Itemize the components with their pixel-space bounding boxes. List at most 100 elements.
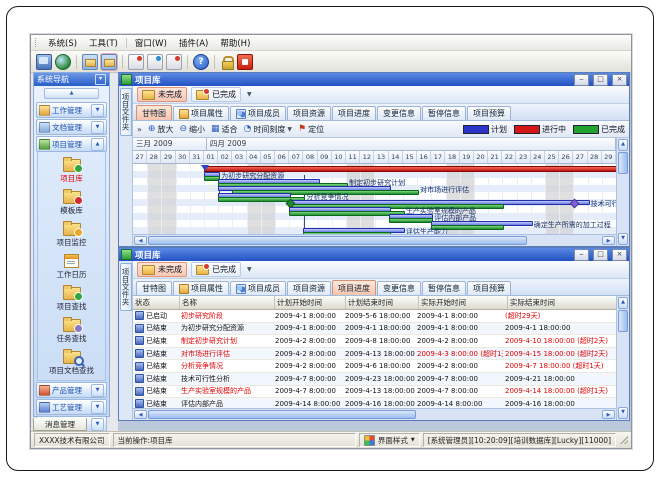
tab-project-folder[interactable]: 项目文件夹 — [120, 88, 132, 136]
locate-button[interactable]: ⚑定位 — [298, 124, 324, 135]
table-row[interactable]: 已结束评估内部产品2009-4-14 8:00:002009-4-16 18:0… — [133, 398, 616, 408]
sidebar-item-folder-people[interactable]: 任务查找 — [57, 315, 87, 344]
sidebar-group-header[interactable]: 工作管理▼ — [36, 102, 107, 118]
tab-2[interactable]: 项目成员 — [230, 281, 286, 295]
menu-item-4[interactable]: 帮助(H) — [214, 36, 256, 50]
tab-2[interactable]: 项目成员 — [230, 106, 286, 120]
scrollbar-thumb[interactable] — [148, 236, 527, 245]
sidebar-item-folder-star[interactable]: 项目监控 — [57, 219, 87, 248]
filter-overflow-icon[interactable]: ▼ — [247, 266, 252, 273]
zoom-out-button[interactable]: ⊖缩小 — [179, 124, 205, 135]
sidebar-splitter[interactable] — [110, 72, 118, 431]
tab-1[interactable]: 项目属性 — [173, 281, 229, 295]
sidebar-group-header[interactable]: 文档管理▼ — [36, 119, 107, 135]
exit-icon[interactable] — [237, 54, 253, 70]
close-button[interactable] — [612, 74, 627, 86]
tab-7[interactable]: 项目预算 — [467, 281, 511, 295]
menu-item-3[interactable]: 插件(A) — [173, 36, 214, 50]
chevron-icon[interactable]: ▼ — [91, 384, 104, 397]
mail-send-icon[interactable] — [128, 54, 144, 70]
chevron-icon[interactable]: ▼ — [91, 121, 104, 134]
column-header-0[interactable]: 状态 — [133, 296, 180, 309]
sidebar-group-header[interactable]: 工艺管理▼ — [36, 399, 107, 415]
folder-open-icon[interactable] — [82, 54, 98, 70]
tab-7[interactable]: 项目预算 — [467, 106, 511, 120]
help-icon[interactable]: ? — [193, 54, 209, 70]
interface-style-button[interactable]: 界面样式 ▼ — [359, 433, 420, 447]
filter-button-finished[interactable]: 已完成 — [191, 87, 241, 102]
filter-button-finished[interactable]: 已完成 — [191, 262, 241, 277]
table-row[interactable]: 已结束技术可行性分析2009-4-7 8:00:002009-4-23 18:0… — [133, 373, 616, 386]
timescale-button[interactable]: ◔时间刻度▼ — [244, 124, 292, 135]
tab-project-folder[interactable]: 项目文件夹 — [120, 263, 132, 311]
toolbar-overflow-icon[interactable]: » — [137, 125, 142, 134]
chevron-icon[interactable]: ▼ — [91, 401, 104, 414]
table-vertical-scrollbar[interactable]: ▲ ▼ — [616, 296, 629, 420]
scroll-down-arrow[interactable]: ▼ — [618, 233, 628, 245]
scrollbar-thumb[interactable] — [618, 310, 628, 332]
table-row[interactable]: 已结束生产实验室规模的产品2009-4-7 8:00:002009-4-13 1… — [133, 386, 616, 399]
menu-item-0[interactable]: 系统(S) — [42, 36, 83, 50]
tab-3[interactable]: 项目资源 — [287, 281, 331, 295]
column-header-5[interactable]: 实际结束时间 — [508, 296, 616, 309]
scroll-up-arrow[interactable]: ▲ — [618, 297, 628, 309]
lock-icon[interactable] — [220, 55, 234, 69]
gantt-horizontal-scrollbar[interactable]: ◀ ▶ — [133, 234, 616, 246]
sidebar-scroll-up-button[interactable]: ▲ — [44, 88, 99, 99]
tab-5[interactable]: 变更信息 — [377, 281, 421, 295]
column-header-3[interactable]: 计划结束时间 — [346, 296, 419, 309]
maximize-button[interactable] — [593, 74, 608, 86]
tab-3[interactable]: 项目资源 — [287, 106, 331, 120]
tab-0[interactable]: 甘特图 — [136, 105, 172, 120]
table-horizontal-scrollbar[interactable]: ◀ ▶ — [133, 408, 616, 420]
minimize-button[interactable] — [574, 249, 589, 261]
scrollbar-thumb[interactable] — [148, 410, 416, 419]
mail-receive-icon[interactable] — [147, 54, 163, 70]
table-row[interactable]: 已启动初步研究阶段2009-4-1 8:00:002009-5-6 18:00:… — [133, 310, 616, 323]
minimize-button[interactable] — [574, 74, 589, 86]
sidebar-item-calendar[interactable]: 工作日历 — [57, 251, 87, 280]
column-header-1[interactable]: 名称 — [180, 296, 275, 309]
menu-item-1[interactable]: 工具(T) — [83, 36, 124, 50]
gantt-vertical-scrollbar[interactable]: ▲ ▼ — [616, 138, 629, 246]
zoom-in-button[interactable]: ⊕放大 — [148, 124, 174, 135]
column-header-4[interactable]: 实际开始时间 — [419, 296, 508, 309]
chevron-icon[interactable]: ▲ — [91, 138, 104, 151]
globe-icon[interactable] — [55, 54, 71, 70]
scrollbar-thumb[interactable] — [618, 152, 628, 174]
tab-6[interactable]: 暂停信息 — [422, 281, 466, 295]
gantt-bar-completed[interactable] — [303, 232, 390, 234]
chevron-icon[interactable]: ▼ — [91, 104, 104, 117]
filter-button-unfinished[interactable]: 未完成 — [137, 87, 187, 102]
scroll-left-arrow[interactable]: ◀ — [134, 236, 147, 245]
sidebar-item-folder-green[interactable]: 项目库 — [60, 155, 83, 184]
gantt-bar-completed[interactable] — [289, 211, 405, 216]
tab-message-management[interactable]: 消息管理 — [33, 418, 87, 431]
gantt-chart-body[interactable]: 为初步研究分配资源制定初步研究计划对市场进行评估分析竞争情况技术可行性分析生产实… — [133, 164, 616, 234]
pin-icon[interactable]: ▾ — [95, 74, 106, 85]
sidebar-item-folder-find[interactable]: 项目查找 — [57, 283, 87, 312]
sidebar-item-folder-red[interactable]: 模板库 — [60, 187, 83, 216]
scroll-up-arrow[interactable]: ▲ — [618, 139, 628, 151]
sidebar-group-header[interactable]: 项目管理▲ — [36, 136, 107, 152]
table-row[interactable]: 已结束对市场进行评估2009-4-2 8:00:002009-4-13 18:0… — [133, 348, 616, 361]
computer-icon[interactable] — [36, 54, 52, 70]
table-row[interactable]: 已结束分析竞争情况2009-4-2 8:00:002009-4-6 18:00:… — [133, 360, 616, 373]
folder-view-icon[interactable] — [101, 54, 117, 70]
scroll-right-arrow[interactable]: ▶ — [602, 410, 615, 419]
menu-item-2[interactable]: 窗口(W) — [129, 36, 173, 50]
tab-5[interactable]: 变更信息 — [377, 106, 421, 120]
maximize-button[interactable] — [593, 249, 608, 261]
scroll-right-arrow[interactable]: ▶ — [602, 236, 615, 245]
tab-4[interactable]: 项目进度 — [332, 106, 376, 120]
column-header-2[interactable]: 计划开始时间 — [275, 296, 346, 309]
table-row[interactable]: 已结束为初步研究分配资源2009-4-1 8:00:002009-4-1 18:… — [133, 323, 616, 336]
mail-new-icon[interactable] — [166, 54, 182, 70]
tab-6[interactable]: 暂停信息 — [422, 106, 466, 120]
tab-0[interactable]: 甘特图 — [136, 281, 172, 295]
tab-4[interactable]: 项目进度 — [332, 280, 376, 295]
gantt-bar-completed[interactable] — [389, 218, 434, 223]
close-button[interactable] — [612, 249, 627, 261]
sidebar-item-folder-search[interactable]: 项目文档查找 — [49, 347, 94, 376]
fit-button[interactable]: ▦适合 — [211, 124, 238, 135]
